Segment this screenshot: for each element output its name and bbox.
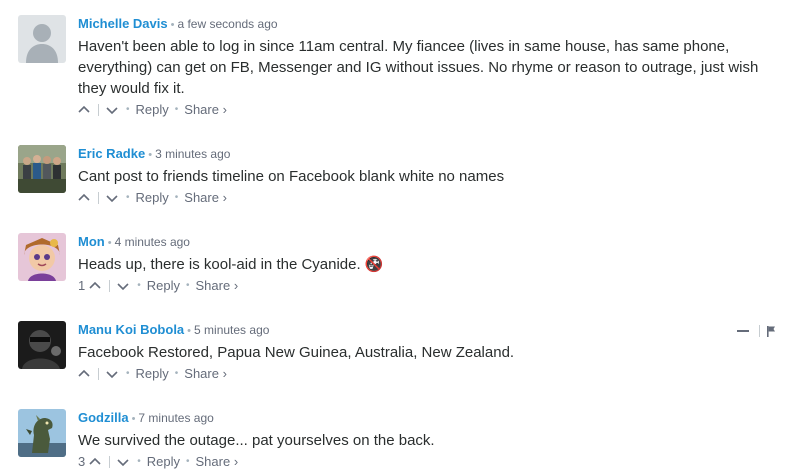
default-avatar-icon bbox=[18, 15, 66, 63]
footer-separator: • bbox=[186, 456, 190, 467]
reply-button[interactable]: Reply bbox=[136, 101, 169, 119]
downvote-icon[interactable] bbox=[117, 455, 131, 469]
vote-divider bbox=[98, 104, 99, 116]
comment-time[interactable]: 4 minutes ago bbox=[115, 235, 190, 249]
comment-text: We survived the outage... pat yourselves… bbox=[78, 432, 435, 449]
footer-separator: • bbox=[174, 104, 179, 115]
share-button[interactable]: Share › bbox=[196, 277, 239, 295]
share-button[interactable]: Share › bbox=[196, 453, 239, 471]
comment-footer: 1 • Reply • Share › bbox=[78, 277, 770, 295]
comment-tools bbox=[737, 325, 776, 337]
flag-icon[interactable] bbox=[766, 325, 776, 337]
comment-text: Facebook Restored, Papua New Guinea, Aus… bbox=[78, 344, 515, 361]
vote-divider bbox=[109, 456, 111, 468]
avatar[interactable] bbox=[18, 321, 66, 369]
footer-separator: • bbox=[137, 280, 141, 291]
upvote-icon[interactable] bbox=[89, 279, 103, 293]
comment-time[interactable]: 3 minutes ago bbox=[155, 147, 230, 161]
comment-footer: 3 • Reply • Share › bbox=[78, 453, 770, 471]
reply-button[interactable]: Reply bbox=[136, 365, 169, 383]
comment-time[interactable]: 7 minutes ago bbox=[138, 411, 213, 425]
group-photo-avatar-icon bbox=[18, 145, 66, 193]
comment-time[interactable]: a few seconds ago bbox=[177, 17, 277, 31]
avatar[interactable] bbox=[18, 145, 66, 193]
upvote-icon[interactable] bbox=[78, 103, 92, 117]
comment-time[interactable]: 5 minutes ago bbox=[194, 323, 269, 337]
comment-author[interactable]: Manu Koi Bobola bbox=[78, 322, 184, 337]
meta-separator: • bbox=[131, 413, 136, 425]
comment-text: Cant post to friends timeline on Faceboo… bbox=[78, 168, 505, 185]
avatar[interactable] bbox=[18, 233, 66, 281]
downvote-icon[interactable] bbox=[106, 191, 120, 205]
comment-text: Heads up, there is kool-aid in the Cyani… bbox=[78, 256, 384, 273]
footer-separator: • bbox=[174, 368, 179, 379]
comment-list: Michelle Davis • a few seconds ago Haven't… bbox=[0, 0, 794, 473]
footer-separator: • bbox=[126, 368, 130, 379]
vote-count: 1 bbox=[78, 278, 86, 293]
meta-separator: • bbox=[148, 149, 153, 161]
comment-footer: • Reply • Share › bbox=[78, 365, 770, 383]
vote-divider bbox=[98, 368, 99, 380]
comment-footer: • Reply • Share › bbox=[78, 189, 770, 207]
upvote-icon[interactable] bbox=[89, 455, 103, 469]
vote-count: 3 bbox=[78, 454, 86, 469]
share-button[interactable]: Share › bbox=[184, 365, 227, 383]
comment-text: Haven't been able to log in since 11am c… bbox=[78, 38, 759, 97]
reply-button[interactable]: Reply bbox=[136, 189, 169, 207]
reply-button[interactable]: Reply bbox=[147, 277, 180, 295]
avatar[interactable] bbox=[18, 409, 66, 457]
footer-separator: • bbox=[126, 192, 130, 203]
downvote-icon[interactable] bbox=[106, 367, 120, 381]
share-button[interactable]: Share › bbox=[184, 101, 227, 119]
vote-divider bbox=[98, 192, 99, 204]
downvote-icon[interactable] bbox=[106, 103, 120, 117]
meta-separator: • bbox=[187, 325, 192, 337]
vote-divider bbox=[109, 280, 111, 292]
footer-separator: • bbox=[186, 280, 190, 291]
footer-separator: • bbox=[137, 456, 141, 467]
downvote-icon[interactable] bbox=[117, 279, 131, 293]
comment-author[interactable]: Mon bbox=[78, 234, 105, 249]
avatar[interactable] bbox=[18, 15, 66, 63]
dark-photo-avatar-icon bbox=[18, 321, 66, 369]
tools-divider bbox=[759, 325, 760, 337]
comment-author[interactable]: Michelle Davis bbox=[78, 16, 168, 31]
upvote-icon[interactable] bbox=[78, 191, 92, 205]
comment-author[interactable]: Eric Radke bbox=[78, 146, 145, 161]
meta-separator: • bbox=[170, 19, 175, 31]
footer-separator: • bbox=[126, 104, 130, 115]
meta-separator: • bbox=[107, 237, 112, 249]
comment-footer: • Reply • Share › bbox=[78, 101, 770, 119]
collapse-icon[interactable] bbox=[737, 330, 749, 332]
godzilla-avatar-icon bbox=[18, 409, 66, 457]
comment-author[interactable]: Godzilla bbox=[78, 410, 129, 425]
reply-button[interactable]: Reply bbox=[147, 453, 180, 471]
share-button[interactable]: Share › bbox=[184, 189, 227, 207]
upvote-icon[interactable] bbox=[78, 367, 92, 381]
cartoon-avatar-icon bbox=[18, 233, 66, 281]
footer-separator: • bbox=[174, 192, 179, 203]
